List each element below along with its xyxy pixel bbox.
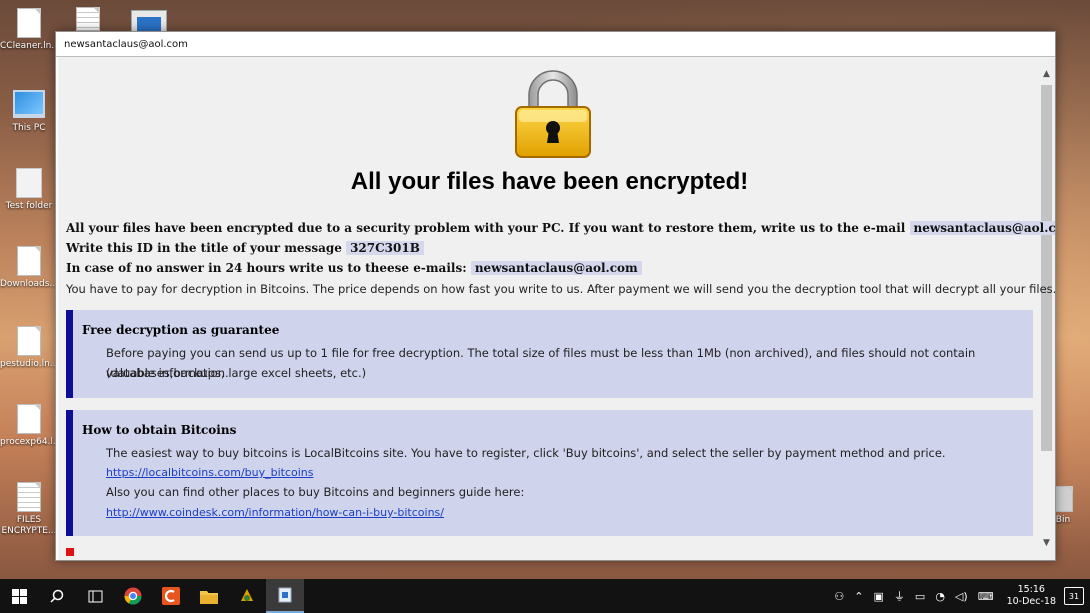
file-icon (17, 326, 41, 356)
desktop-icon-label: pestudio.ln... (0, 359, 58, 369)
desktop-icon-label: This PC (12, 123, 46, 133)
window-titlebar[interactable]: newsantaclaus@aol.com (56, 32, 1055, 57)
desktop-icon-files-encrypted[interactable]: FILES ENCRYPTE... (0, 482, 58, 537)
file-icon (17, 404, 41, 434)
wifi-icon[interactable]: ◔ (935, 590, 945, 603)
desktop-icon-label: Test folder (5, 201, 53, 211)
coindesk-link[interactable]: http://www.coindesk.com/information/how-… (106, 506, 444, 519)
desktop-icon-label: CCleaner.ln... (0, 41, 58, 51)
desktop-icon-label: Bin (1055, 515, 1071, 525)
desktop-icon-downloads[interactable]: Downloads... (0, 246, 58, 290)
app-icon (241, 589, 253, 601)
battery-icon[interactable]: ▭ (915, 590, 925, 603)
document-icon (17, 482, 41, 512)
desktop-icon-document[interactable] (76, 7, 100, 31)
coindesk-link-row: http://www.coindesk.com/information/how-… (106, 502, 1021, 523)
security-icon[interactable]: ▣ (874, 590, 884, 603)
desktop-icon-procexp[interactable]: procexp64.l... (0, 404, 58, 448)
ransom-note-window: newsantaclaus@aol.com ▲ ▼ All your files… (55, 31, 1056, 561)
task-view-icon (88, 590, 102, 602)
scroll-up-icon[interactable]: ▲ (1040, 67, 1053, 81)
file-icon (17, 8, 41, 38)
backup-email: newsantaclaus@aol.com (470, 261, 642, 275)
note-content: ▲ ▼ All your files have been encrypted! … (58, 57, 1055, 560)
message-line-3: In case of no answer in 24 hours write u… (66, 261, 1033, 275)
obtain-bitcoins-panel: How to obtain Bitcoins The easiest way t… (66, 410, 1033, 536)
show-hidden-icons[interactable]: ⌃ (854, 590, 863, 603)
folder-icon (16, 168, 42, 198)
notification-count: 31 (1068, 591, 1080, 601)
recycle-bin-icon (1053, 486, 1073, 512)
clock-time: 15:16 (1017, 584, 1045, 595)
vertical-scrollbar[interactable]: ▲ ▼ (1038, 57, 1055, 560)
desktop-icon-label: FILES ENCRYPTE... (1, 515, 57, 536)
app-button[interactable] (228, 579, 266, 613)
computer-icon (13, 90, 45, 118)
victim-id: 327C301B (346, 241, 424, 255)
message-line-2: Write this ID in the title of your messa… (66, 241, 1033, 255)
desktop-icon-this-pc[interactable]: This PC (0, 88, 58, 134)
system-tray: ⚇ ⌃ ▣ ⏚ ▭ ◔ ◁) ⌨ 15:16 10-Dec-18 31 (829, 579, 1090, 613)
desktop-icon-ccleaner[interactable]: CCleaner.ln... (0, 8, 58, 52)
message-text: All your files have been encrypted due t… (66, 221, 906, 235)
file-explorer-button[interactable] (190, 579, 228, 613)
keyboard-icon[interactable]: ⌨ (978, 590, 994, 603)
headline: All your files have been encrypted! (350, 168, 749, 195)
message-line-1: All your files have been encrypted due t… (66, 221, 1055, 235)
desktop-icon-pestudio[interactable]: pestudio.ln... (0, 326, 58, 370)
ccleaner-button[interactable] (152, 579, 190, 613)
desktop-icon-test-folder[interactable]: Test folder (0, 168, 58, 212)
localbitcoins-link-row: https://localbitcoins.com/buy_bitcoins (106, 462, 1021, 483)
volume-icon[interactable]: ◁) (955, 590, 968, 603)
scroll-down-icon[interactable]: ▼ (1040, 536, 1053, 550)
panel-heading: How to obtain Bitcoins (82, 423, 237, 437)
people-icon[interactable]: ⚇ (834, 590, 844, 603)
document-icon (76, 7, 100, 31)
start-button[interactable] (0, 579, 38, 613)
clock-date: 10-Dec-18 (1006, 596, 1056, 607)
usb-icon[interactable]: ⏚ (894, 588, 905, 604)
chrome-button[interactable] (114, 579, 152, 613)
free-decryption-panel: Free decryption as guarantee Before payi… (66, 310, 1033, 398)
panel-text: The easiest way to buy bitcoins is Local… (106, 446, 946, 460)
panel-text: Also you can find other places to buy Bi… (106, 485, 525, 499)
window-title: newsantaclaus@aol.com (64, 38, 188, 50)
localbitcoins-link[interactable]: https://localbitcoins.com/buy_bitcoins (106, 466, 314, 479)
message-text: Write this ID in the title of your messa… (66, 241, 342, 255)
ccleaner-icon (162, 587, 180, 605)
notification-center-button[interactable]: 31 (1064, 587, 1084, 605)
clock[interactable]: 15:16 10-Dec-18 (1007, 584, 1056, 608)
red-marker (66, 548, 74, 556)
message-line-4: You have to pay for decryption in Bitcoi… (66, 282, 1055, 296)
ransomware-app-button[interactable] (266, 579, 304, 613)
desktop-icon-label: Downloads... (0, 279, 58, 289)
folder-icon (200, 590, 218, 604)
desktop-icon-label: procexp64.l... (0, 437, 58, 447)
padlock-icon (515, 70, 591, 158)
search-button[interactable] (38, 579, 76, 613)
contact-email: newsantaclaus@aol.com (909, 221, 1055, 235)
panel-heading: Free decryption as guarantee (82, 323, 280, 337)
message-text: In case of no answer in 24 hours write u… (66, 261, 467, 275)
panel-text: (databases,backups, large excel sheets, … (106, 366, 367, 380)
taskbar: ⚇ ⌃ ▣ ⏚ ▭ ◔ ◁) ⌨ 15:16 10-Dec-18 31 (0, 579, 1090, 613)
windows-icon (11, 588, 27, 604)
desktop-icon-app[interactable] (131, 10, 167, 38)
task-view-button[interactable] (76, 579, 114, 613)
scroll-thumb[interactable] (1041, 85, 1052, 451)
active-window-icon (278, 587, 292, 603)
chrome-icon (124, 587, 142, 605)
file-icon (17, 246, 41, 276)
search-icon (50, 589, 64, 603)
